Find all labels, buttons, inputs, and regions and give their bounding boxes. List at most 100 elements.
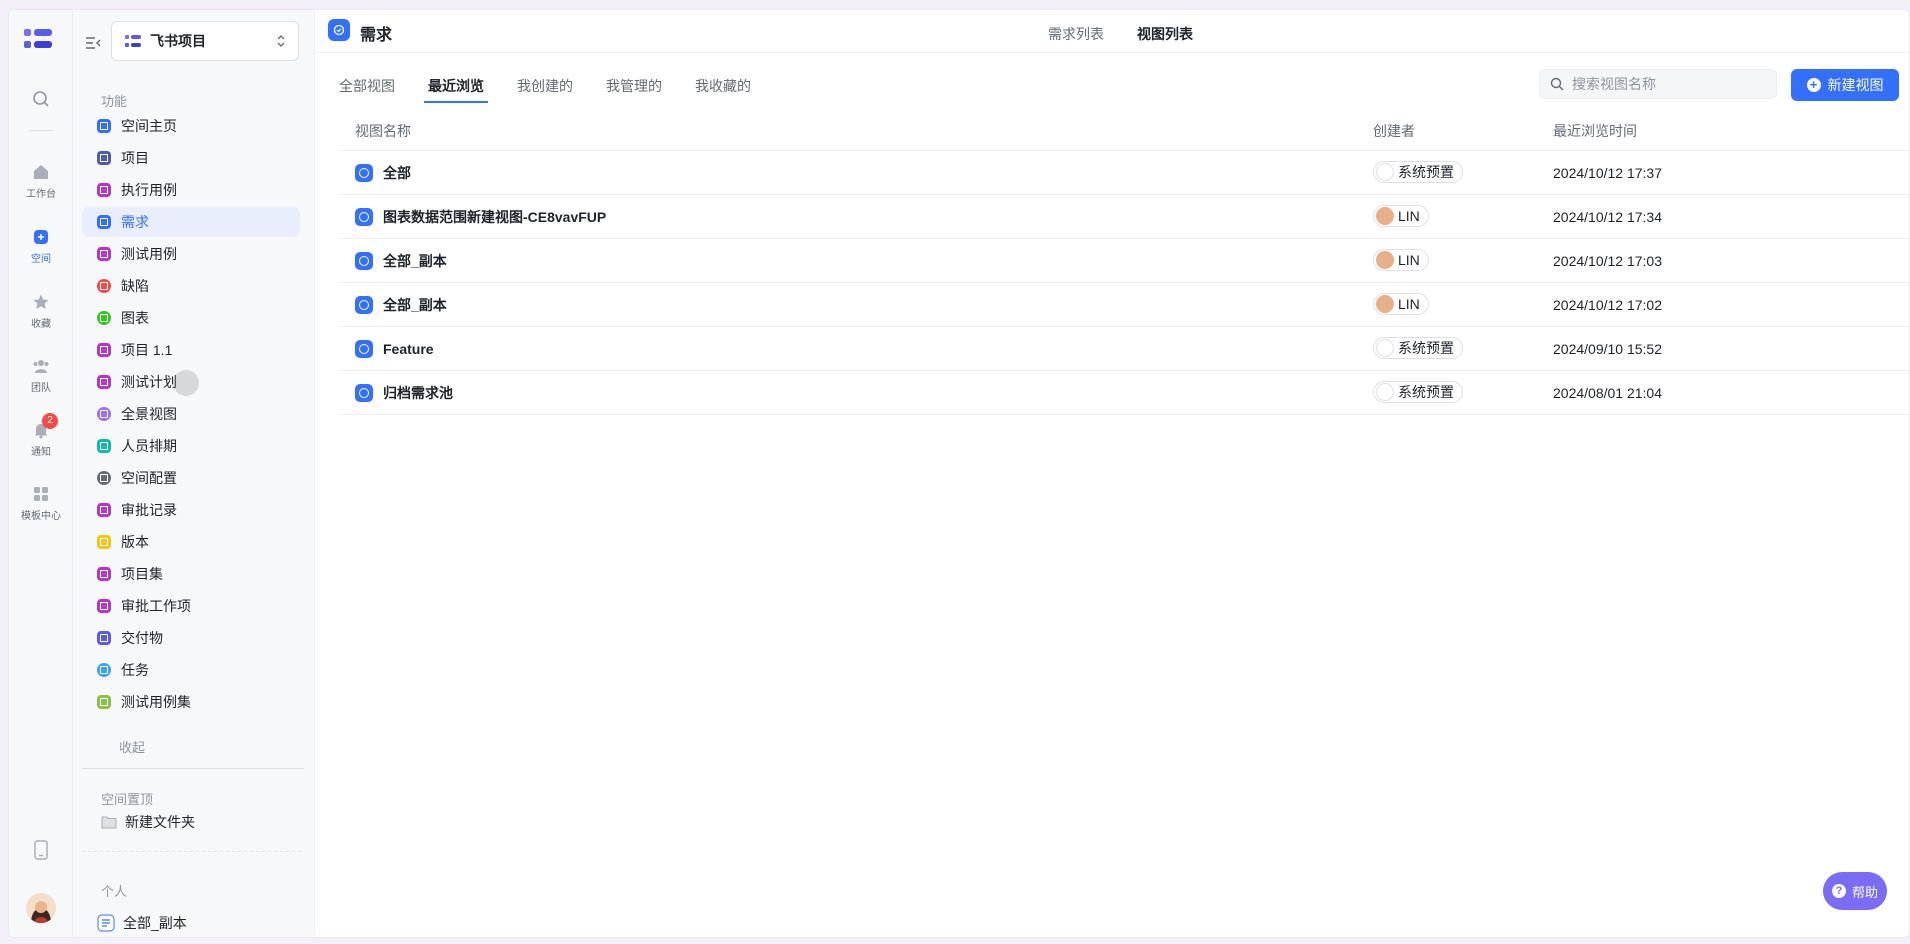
sidebar-item-label: 空间主页 xyxy=(121,118,177,134)
table-row[interactable]: 归档需求池 系统预置 2024/08/01 21:04 xyxy=(339,371,1909,415)
view-icon xyxy=(355,339,373,358)
new-view-label: 新建视图 xyxy=(1827,77,1884,93)
mouse-cursor-indicator xyxy=(173,370,199,396)
view-filter-tabs: 全部视图 最近浏览 我创建的 我管理的 我收藏的 + 新建视图 xyxy=(315,53,1909,105)
search-icon[interactable] xyxy=(32,90,50,108)
sidebar-item-defects[interactable]: 缺陷 xyxy=(82,271,300,301)
user-avatar[interactable] xyxy=(26,893,56,923)
sidebar-item-label: 项目 xyxy=(121,150,149,166)
table-row[interactable]: 全部_副本 LIN 2024/10/12 17:03 xyxy=(339,239,1909,283)
folder-icon xyxy=(97,631,111,645)
rail-item-notifications[interactable]: 通知 2 xyxy=(9,413,73,458)
view-name[interactable]: 全部_副本 xyxy=(383,251,447,271)
creator-name: LIN xyxy=(1398,296,1420,312)
space-logo-icon xyxy=(125,35,141,47)
tab-view-list[interactable]: 视图列表 xyxy=(1137,24,1193,44)
view-name[interactable]: Feature xyxy=(383,341,434,357)
sidebar-item-staff-schedule[interactable]: 人员排期 xyxy=(82,431,300,461)
tab-all-views[interactable]: 全部视图 xyxy=(339,76,395,96)
app-logo-icon xyxy=(24,29,52,48)
chevron-up-down-icon xyxy=(277,35,285,47)
new-folder-item[interactable]: 新建文件夹 xyxy=(101,812,195,832)
view-name[interactable]: 归档需求池 xyxy=(383,383,453,403)
feature-nav: 空间主页 项目 执行用例 需求 测试用例 缺陷 图表 项目 1.1 测试计划 全… xyxy=(82,111,300,719)
system-avatar-icon xyxy=(1376,163,1394,181)
rail-item-workbench[interactable]: 工作台 xyxy=(9,163,73,200)
notification-badge: 2 xyxy=(42,413,58,429)
help-button[interactable]: ? 帮助 xyxy=(1823,872,1887,910)
sidebar-item-label: 人员排期 xyxy=(121,438,177,454)
creator-name: LIN xyxy=(1398,208,1420,224)
requirement-icon xyxy=(97,215,111,229)
rail-item-team[interactable]: 团队 xyxy=(9,357,73,394)
tab-my-favorites[interactable]: 我收藏的 xyxy=(695,76,751,96)
viewed-time: 2024/10/12 17:03 xyxy=(1553,252,1662,269)
user-avatar-icon xyxy=(1376,207,1394,225)
creator-chip: 系统预置 xyxy=(1373,337,1463,359)
user-avatar-icon xyxy=(1376,251,1394,269)
plus-icon: + xyxy=(1806,78,1821,92)
mobile-icon[interactable] xyxy=(33,840,49,860)
personal-view-item[interactable]: 全部_副本 xyxy=(97,913,187,933)
creator-chip: 系统预置 xyxy=(1373,381,1463,403)
space-switcher[interactable]: 飞书项目 xyxy=(111,21,299,61)
sidebar-item-program[interactable]: 项目集 xyxy=(82,559,300,589)
rail-item-space[interactable]: 空间 xyxy=(9,228,73,265)
table-row[interactable]: 全部 系统预置 2024/10/12 17:37 xyxy=(339,151,1909,195)
column-header-creator: 创建者 xyxy=(1373,122,1415,139)
view-name[interactable]: 图表数据范围新建视图-CE8vavFUP xyxy=(383,207,606,227)
rail-item-label: 工作台 xyxy=(26,189,56,200)
sidebar-item-test-cases[interactable]: 测试用例 xyxy=(82,239,300,269)
space-name: 飞书项目 xyxy=(150,33,206,49)
creator-chip: LIN xyxy=(1373,249,1429,271)
collapse-sidebar-icon[interactable] xyxy=(85,36,101,50)
sidebar-item-version[interactable]: 版本 xyxy=(82,527,300,557)
user-avatar-icon xyxy=(1376,295,1394,313)
table-row[interactable]: 全部_副本 LIN 2024/10/12 17:02 xyxy=(339,283,1909,327)
sidebar-item-label: 交付物 xyxy=(121,630,163,646)
table-row[interactable]: 图表数据范围新建视图-CE8vavFUP LIN 2024/10/12 17:3… xyxy=(339,195,1909,239)
sidebar-item-tasks[interactable]: 任务 xyxy=(82,655,300,685)
space-icon xyxy=(34,230,48,244)
sidebar-item-label: 缺陷 xyxy=(121,278,149,294)
view-name[interactable]: 全部 xyxy=(383,163,411,183)
sidebar-item-project-1-1[interactable]: 项目 1.1 xyxy=(82,335,300,365)
view-search-box[interactable] xyxy=(1539,69,1777,99)
sidebar-item-approval-records[interactable]: 审批记录 xyxy=(82,495,300,525)
list-icon xyxy=(97,695,111,709)
sidebar-item-execution-cases[interactable]: 执行用例 xyxy=(82,175,300,205)
requirement-icon xyxy=(328,19,350,41)
new-view-button[interactable]: + 新建视图 xyxy=(1791,69,1899,101)
sidebar-item-panorama[interactable]: 全景视图 xyxy=(82,399,300,429)
sidebar-item-project[interactable]: 项目 xyxy=(82,143,300,173)
rail-item-templates[interactable]: 模板中心 xyxy=(9,485,73,522)
sidebar-item-label: 项目集 xyxy=(121,566,163,582)
sidebar-item-requirements[interactable]: 需求 xyxy=(82,207,300,237)
tab-recently-viewed[interactable]: 最近浏览 xyxy=(424,76,488,103)
defect-icon xyxy=(97,279,111,293)
sidebar-item-space-home[interactable]: 空间主页 xyxy=(82,111,300,141)
rail-item-favorites[interactable]: 收藏 xyxy=(9,293,73,330)
project-icon xyxy=(97,151,111,165)
viewed-time: 2024/10/12 17:02 xyxy=(1553,296,1662,313)
view-search-input[interactable] xyxy=(1572,76,1762,92)
sidebar-item-test-suites[interactable]: 测试用例集 xyxy=(82,687,300,717)
view-icon xyxy=(355,207,373,226)
tab-managed-by-me[interactable]: 我管理的 xyxy=(606,76,662,96)
rail-item-label: 模板中心 xyxy=(21,511,61,522)
sidebar-item-deliverables[interactable]: 交付物 xyxy=(82,623,300,653)
schedule-icon xyxy=(97,439,111,453)
sidebar-item-approval-items[interactable]: 审批工作项 xyxy=(82,591,300,621)
sidebar-item-label: 版本 xyxy=(121,534,149,550)
new-folder-label: 新建文件夹 xyxy=(125,814,195,830)
sidebar-divider xyxy=(82,768,304,769)
table-row[interactable]: Feature 系统预置 2024/09/10 15:52 xyxy=(339,327,1909,371)
view-name[interactable]: 全部_副本 xyxy=(383,295,447,315)
tab-created-by-me[interactable]: 我创建的 xyxy=(517,76,573,96)
creator-name: 系统预置 xyxy=(1398,340,1454,356)
sidebar-item-charts[interactable]: 图表 xyxy=(82,303,300,333)
collapse-features-link[interactable]: 收起 xyxy=(119,737,145,756)
sidebar-item-label: 测试用例 xyxy=(121,246,177,262)
tab-requirement-list[interactable]: 需求列表 xyxy=(1048,24,1104,44)
sidebar-item-space-config[interactable]: 空间配置 xyxy=(82,463,300,493)
